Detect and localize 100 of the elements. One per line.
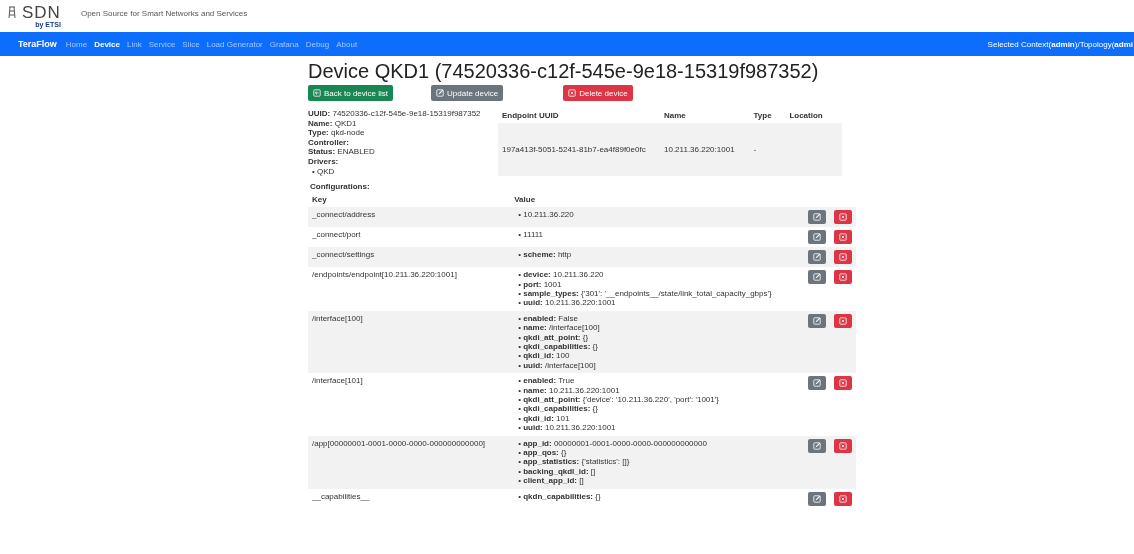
config-value: • qkdi_att_point: {} — [518, 332, 589, 342]
remove-button[interactable] — [834, 491, 852, 506]
edit-button[interactable] — [808, 250, 826, 265]
config-value: • uuid: 10.211.36.220:1001 — [518, 298, 616, 308]
context-label: Selected Context(admin)/Topology(admi — [987, 39, 1133, 49]
detail-text: Drivers: — [308, 156, 340, 167]
config-key: _connect/port — [312, 230, 361, 240]
config-value: • qkdi_id: 100 — [518, 351, 570, 361]
nav-link[interactable]: About — [336, 39, 358, 49]
edit-icon — [813, 494, 821, 503]
config-value: • qkdi_capabilities: {} — [518, 342, 598, 351]
edit-button[interactable] — [808, 270, 826, 285]
table-cell: 197a413f-5051-5241-81b7-ea4f89f0e0fc — [502, 144, 646, 154]
tower-icon — [8, 6, 16, 18]
remove-button[interactable] — [834, 250, 852, 265]
config-value: • app_statistics: {'statistics': []} — [518, 457, 630, 467]
edit-icon — [813, 441, 821, 450]
close-icon — [839, 253, 847, 262]
detail-text: UUID: 74520336-c12f-545e-9e18-15319f987352 — [308, 109, 482, 119]
config-key: /interface[100] — [312, 313, 363, 323]
edit-button[interactable] — [808, 438, 826, 453]
edit-button[interactable] — [808, 230, 826, 245]
remove-button[interactable] — [834, 270, 852, 285]
config-value: • backing_qkdl_id: [] — [518, 466, 596, 476]
logo-text: SDN — [22, 4, 61, 21]
config-value: • scheme: http — [518, 250, 572, 260]
config-key: /app[00000001-0001-0000-0000-000000000000] — [312, 438, 486, 448]
close-icon — [839, 379, 847, 388]
nav-link[interactable]: Debug — [305, 39, 330, 49]
page-title: Device QKD1 (74520336-c12f-545e-9e18-15319f987352) — [308, 59, 820, 83]
config-value: • client_app_id: [] — [518, 476, 584, 486]
brand-link[interactable]: TeraFlow — [18, 39, 57, 49]
column-header: Key — [312, 195, 327, 205]
nav-link[interactable]: Grafana — [269, 39, 299, 49]
config-value: • port: 1001 — [518, 279, 562, 289]
remove-button[interactable] — [834, 210, 852, 225]
config-value: • app_id: 00000001-0001-0000-0000-000000000000 — [518, 438, 707, 448]
column-header: Endpoint UUID — [498, 109, 660, 123]
detail-text: Status: ENABLED — [308, 147, 376, 157]
back-arrow-icon — [313, 89, 321, 97]
close-icon — [839, 441, 847, 450]
config-value: • name: /interface[100] — [518, 323, 600, 333]
close-icon — [839, 213, 847, 222]
column-header: Value — [514, 195, 536, 205]
config-value: • enabled: False — [518, 313, 578, 323]
column-header: Name — [660, 109, 750, 123]
table-cell: 10.211.36.220:1001 — [664, 144, 735, 154]
config-key: /endpoints/endpoint[10.211.36.220:1001] — [312, 270, 457, 280]
close-icon — [839, 494, 847, 503]
edit-icon — [813, 213, 821, 222]
config-value: • qkdi_id: 101 — [518, 413, 570, 423]
nav-link[interactable]: Service — [148, 39, 176, 49]
config-value: • 10.211.36.220 — [518, 210, 574, 220]
edit-icon — [436, 89, 445, 97]
edit-icon — [813, 253, 821, 262]
edit-button[interactable] — [808, 313, 826, 328]
remove-button[interactable] — [834, 230, 852, 245]
nav-link[interactable]: Device — [94, 39, 120, 49]
config-value: • device: 10.211.36.220 — [518, 270, 604, 280]
remove-button[interactable] — [834, 376, 852, 391]
config-key: /interface[101] — [312, 376, 363, 386]
config-value: • sample_types: {'301': '__endpoints__/state/link_total_capacity_gbps'} — [518, 288, 772, 298]
section-title: Configurations: — [310, 182, 371, 193]
edit-icon — [813, 233, 821, 242]
config-value: • qkdi_att_point: {'device': '10.211.36.220', 'port': '1001'} — [518, 395, 719, 405]
nav-link[interactable]: Home — [65, 39, 88, 49]
close-icon — [839, 233, 847, 242]
config-value: • enabled: True — [518, 376, 575, 386]
nav-link[interactable]: Slice — [182, 39, 200, 49]
config-value: • uuid: /interface[100] — [518, 360, 596, 370]
edit-icon — [813, 379, 821, 388]
column-header: Type — [749, 109, 786, 123]
update-button[interactable]: Update device — [431, 85, 504, 101]
tagline: Open Source for Smart Networks and Services — [80, 8, 248, 18]
close-icon — [839, 273, 847, 282]
nav-link[interactable]: Link — [127, 39, 142, 49]
remove-button[interactable] — [834, 438, 852, 453]
detail-text: Controller: — [308, 137, 350, 148]
table-cell: - — [753, 144, 757, 154]
config-value: • 11111 — [518, 230, 544, 240]
back-button[interactable]: Back to device list — [308, 85, 394, 101]
edit-button[interactable] — [808, 491, 826, 506]
edit-button[interactable] — [808, 210, 826, 225]
column-header: Location — [785, 109, 842, 123]
edit-icon — [813, 273, 821, 282]
config-value: • qkdi_capabilities: {} — [518, 404, 598, 414]
config-value: • app_qos: {} — [518, 448, 567, 458]
edit-button[interactable] — [808, 376, 826, 391]
detail-text: Type: qkd-node — [308, 128, 366, 138]
config-value: • uuid: 10.211.36.220:1001 — [518, 423, 616, 433]
config-value: • name: 10.211.36.220:1001 — [518, 385, 620, 395]
close-icon — [568, 89, 577, 97]
config-key: _connect/settings — [312, 250, 375, 260]
delete-button[interactable]: Delete device — [563, 85, 633, 101]
config-value: • qkdn_capabilities: {} — [518, 491, 601, 501]
detail-text: Name: QKD1 — [308, 118, 358, 129]
nav-link[interactable]: Load Generator — [206, 39, 263, 49]
config-key: __capabilities__ — [312, 491, 370, 501]
remove-button[interactable] — [834, 313, 852, 328]
close-icon — [839, 316, 847, 325]
